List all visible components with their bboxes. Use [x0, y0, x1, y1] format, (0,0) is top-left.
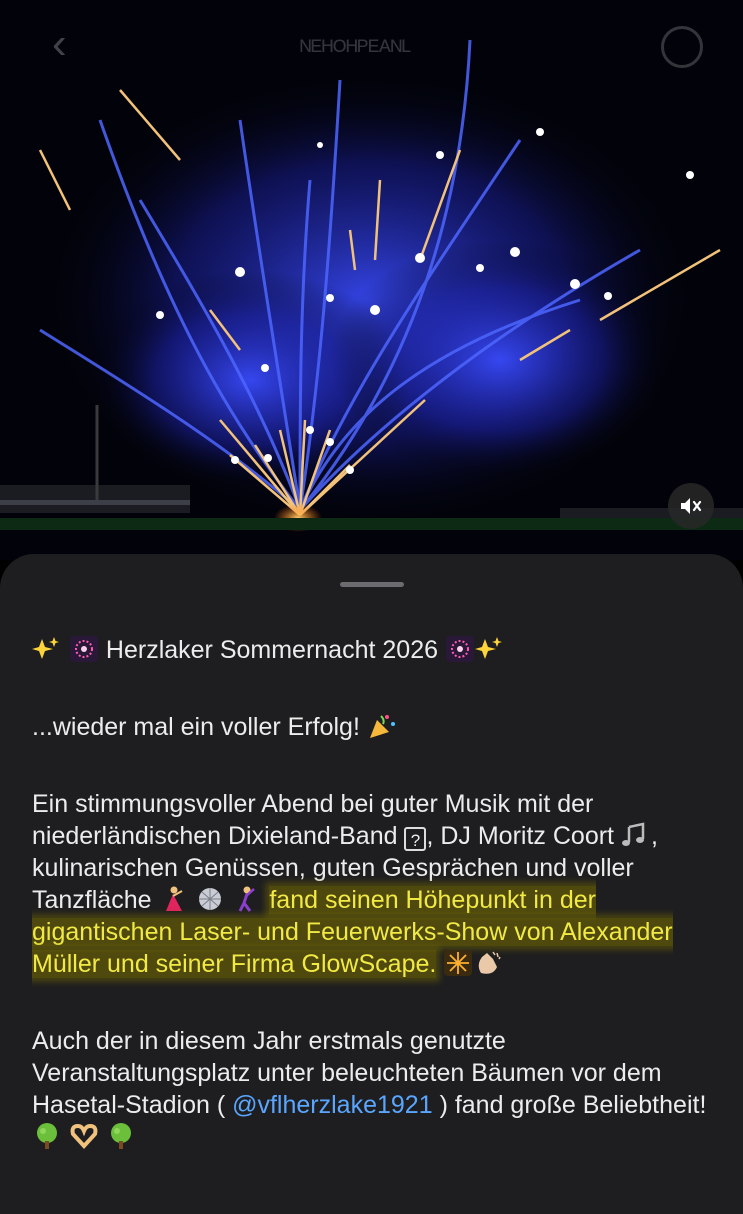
top-bar: ‹ ᴺᴱᴴᴼᴴᴾᴱᴬᴺᴸ	[0, 0, 743, 100]
caption-title-line: Herzlaker Sommernacht 2026	[32, 634, 722, 666]
caption-sheet: Herzlaker Sommernacht 2026 ...wieder mal…	[0, 554, 743, 1214]
caption-title: Herzlaker Sommernacht 2026	[105, 636, 438, 664]
sparkles-icon	[32, 637, 59, 659]
heart-hands-icon	[70, 1123, 98, 1149]
settings-icon[interactable]	[661, 26, 703, 68]
back-chevron-icon[interactable]: ‹	[52, 22, 96, 66]
caption-text: , DJ Moritz Coort	[426, 822, 614, 850]
caption-text: ) fand große Beliebtheit!	[439, 1091, 707, 1119]
caption-paragraph-4: Auch der in diesem Jahr erstmals genutzt…	[32, 1025, 722, 1153]
tree-icon	[110, 1123, 131, 1149]
dancer-icon	[166, 886, 183, 911]
clapping-hands-icon	[479, 951, 501, 974]
caption-subtitle: ...wieder mal ein voller Erfolg!	[32, 713, 360, 741]
disco-ball-icon	[199, 888, 222, 910]
caption-line-2: ...wieder mal ein voller Erfolg!	[32, 711, 722, 743]
unknown-emoji-icon: ?	[404, 827, 427, 851]
tree-icon	[37, 1123, 57, 1149]
mute-button[interactable]	[668, 483, 714, 529]
post-caption: Herzlaker Sommernacht 2026 ...wieder mal…	[32, 634, 722, 1198]
fireworks-video[interactable]: ‹ ᴺᴱᴴᴼᴴᴾᴱᴬᴺᴸ	[0, 0, 743, 560]
man-dancing-icon	[239, 886, 256, 912]
caption-paragraph-3: Ein stimmungsvoller Abend bei guter Musi…	[32, 788, 722, 980]
sparkles-icon	[474, 637, 502, 659]
fireworks-icon	[69, 636, 98, 662]
party-popper-icon	[369, 715, 395, 738]
firework-sparkler-icon	[444, 950, 473, 976]
header-title: ᴺᴱᴴᴼᴴᴾᴱᴬᴺᴸ	[300, 34, 412, 64]
sheet-drag-handle[interactable]	[340, 582, 404, 587]
mention-link[interactable]: @vflherzlake1921	[232, 1091, 433, 1119]
fireworks-icon	[445, 636, 474, 662]
speaker-muted-icon	[681, 498, 702, 514]
music-notes-icon	[621, 822, 645, 846]
